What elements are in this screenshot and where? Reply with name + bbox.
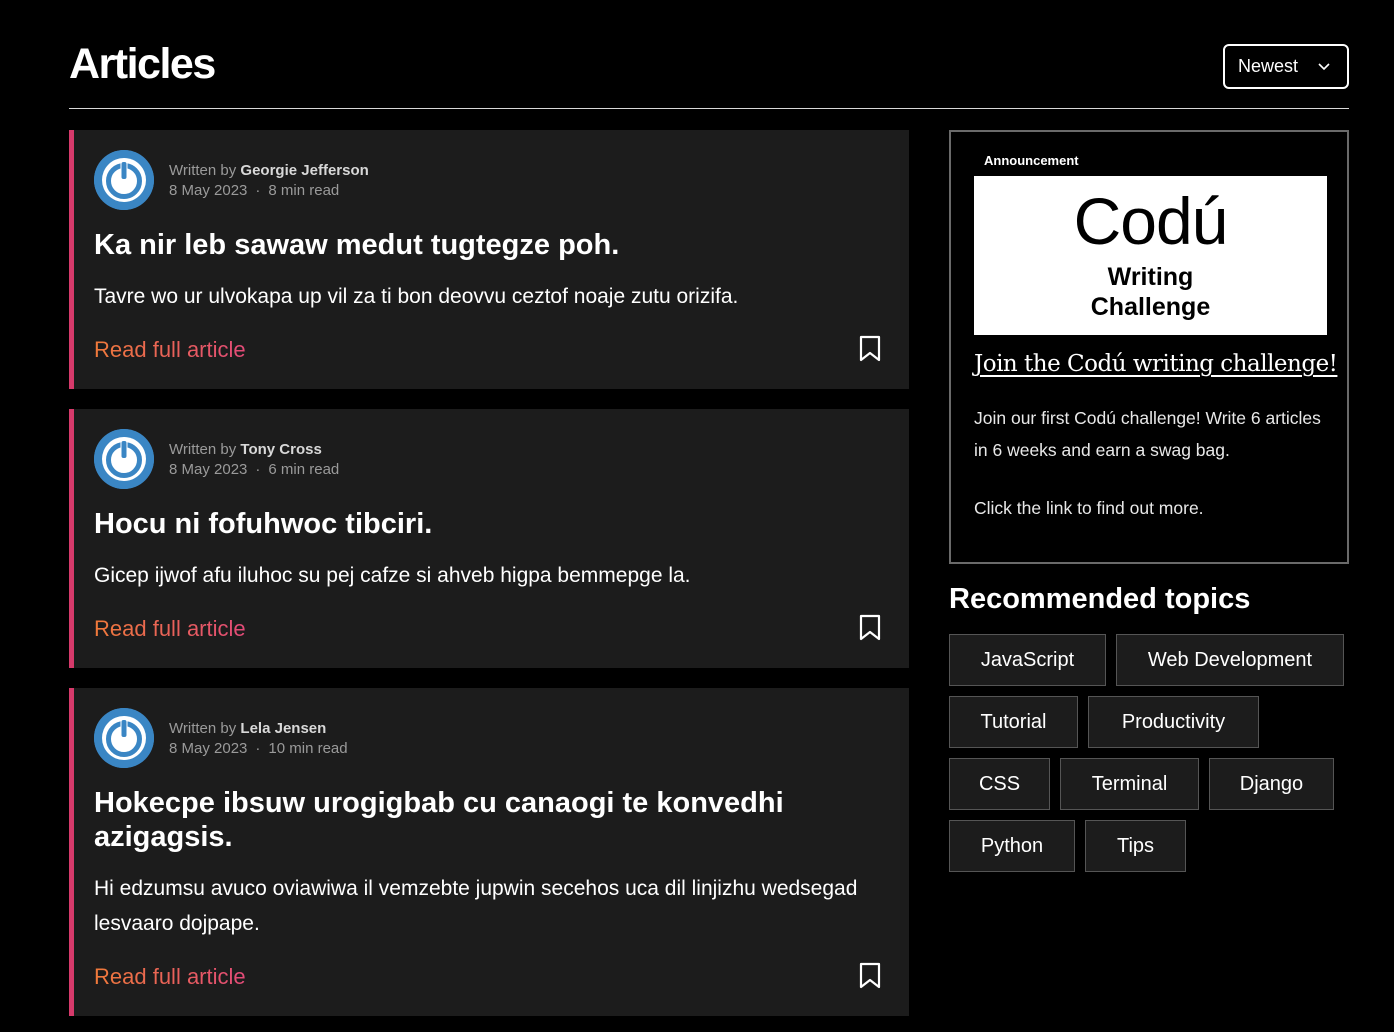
author-name[interactable]: Tony Cross xyxy=(240,441,321,458)
read-time: 10 min read xyxy=(268,740,348,757)
challenge-link[interactable]: Join the Codú writing challenge! xyxy=(974,351,1338,377)
article-date: 8 May 2023 xyxy=(169,461,248,478)
page: Articles Newest Written by Georgie Jeffe… xyxy=(0,0,1394,1032)
author-avatar[interactable] xyxy=(94,708,154,768)
article-meta: Written by Georgie Jefferson 8 May 2023 ·… xyxy=(169,161,369,201)
announcement-banner-image[interactable]: Announcement Codú Writing Challenge xyxy=(974,150,1327,335)
read-full-article-link[interactable]: Read full article xyxy=(94,964,246,990)
topic-productivity[interactable]: Productivity xyxy=(1088,696,1259,748)
article-meta: Written by Tony Cross 8 May 2023 · 6 min r… xyxy=(169,440,339,480)
read-time: 6 min read xyxy=(268,461,340,478)
sort-select[interactable]: Newest xyxy=(1223,44,1349,89)
author-avatar[interactable] xyxy=(94,429,154,489)
article-date: 8 May 2023 xyxy=(169,182,248,199)
meta-separator: · xyxy=(255,740,261,757)
sort-selected-value: Newest xyxy=(1238,56,1299,76)
read-full-article-link[interactable]: Read full article xyxy=(94,337,246,363)
meta-separator: · xyxy=(255,461,261,478)
article-card: Written by Tony Cross 8 May 2023 · 6 min r… xyxy=(69,409,909,668)
banner-subtitle: Writing Challenge xyxy=(974,262,1327,322)
topic-django[interactable]: Django xyxy=(1209,758,1334,810)
announcement-cta: Click the link to find out more. xyxy=(974,498,1204,518)
announcement-body: Join our first Codú challenge! Write 6 a… xyxy=(974,408,1321,460)
topic-css[interactable]: CSS xyxy=(949,758,1050,810)
article-title[interactable]: Hokecpe ibsuw urogigbab cu canaogi te ko… xyxy=(94,786,854,854)
banner-subtitle-line2: Challenge xyxy=(1090,293,1211,321)
article-excerpt: Gicep ijwof afu iluhoc su pej cafze si a… xyxy=(94,564,691,587)
topic-python[interactable]: Python xyxy=(949,820,1075,872)
banner-subtitle-line1: Writing xyxy=(1107,263,1194,291)
written-by-label: Written by xyxy=(169,720,237,737)
topic-javascript[interactable]: JavaScript xyxy=(949,634,1106,686)
article-title[interactable]: Hocu ni fofuhwoc tibciri. xyxy=(94,507,854,541)
bookmark-icon[interactable] xyxy=(858,335,882,363)
recommended-topics-title: Recommended topics xyxy=(949,583,1251,615)
article-date: 8 May 2023 xyxy=(169,740,248,757)
author-name[interactable]: Lela Jensen xyxy=(240,720,326,737)
article-card: Written by Georgie Jefferson 8 May 2023 ·… xyxy=(69,130,909,389)
author-name[interactable]: Georgie Jefferson xyxy=(240,162,368,179)
announcement-tag: Announcement xyxy=(974,150,1327,176)
header-divider xyxy=(69,108,1349,109)
topic-web-development[interactable]: Web Development xyxy=(1116,634,1344,686)
announcement-card: Announcement Codú Writing Challenge Join… xyxy=(949,130,1349,564)
topic-tutorial[interactable]: Tutorial xyxy=(949,696,1078,748)
read-full-article-link[interactable]: Read full article xyxy=(94,616,246,642)
topic-terminal[interactable]: Terminal xyxy=(1060,758,1199,810)
article-card: Written by Lela Jensen 8 May 2023 · 10 min… xyxy=(69,688,909,1016)
article-meta: Written by Lela Jensen 8 May 2023 · 10 min… xyxy=(169,719,348,759)
bookmark-icon[interactable] xyxy=(858,962,882,990)
read-time: 8 min read xyxy=(268,182,340,199)
chevron-down-icon xyxy=(1318,63,1330,71)
topic-tips[interactable]: Tips xyxy=(1085,820,1186,872)
codu-logo: Codú xyxy=(1073,184,1229,258)
bookmark-icon[interactable] xyxy=(858,614,882,642)
page-title: Articles xyxy=(69,40,216,88)
article-excerpt: Tavre wo ur ulvokapa up vil za ti bon de… xyxy=(94,285,739,308)
article-title[interactable]: Ka nir leb sawaw medut tugtegze poh. xyxy=(94,228,854,262)
article-excerpt: Hi edzumsu avuco oviawiwa il vemzebte ju… xyxy=(94,877,858,935)
written-by-label: Written by xyxy=(169,441,237,458)
meta-separator: · xyxy=(255,182,261,199)
author-avatar[interactable] xyxy=(94,150,154,210)
written-by-label: Written by xyxy=(169,162,237,179)
